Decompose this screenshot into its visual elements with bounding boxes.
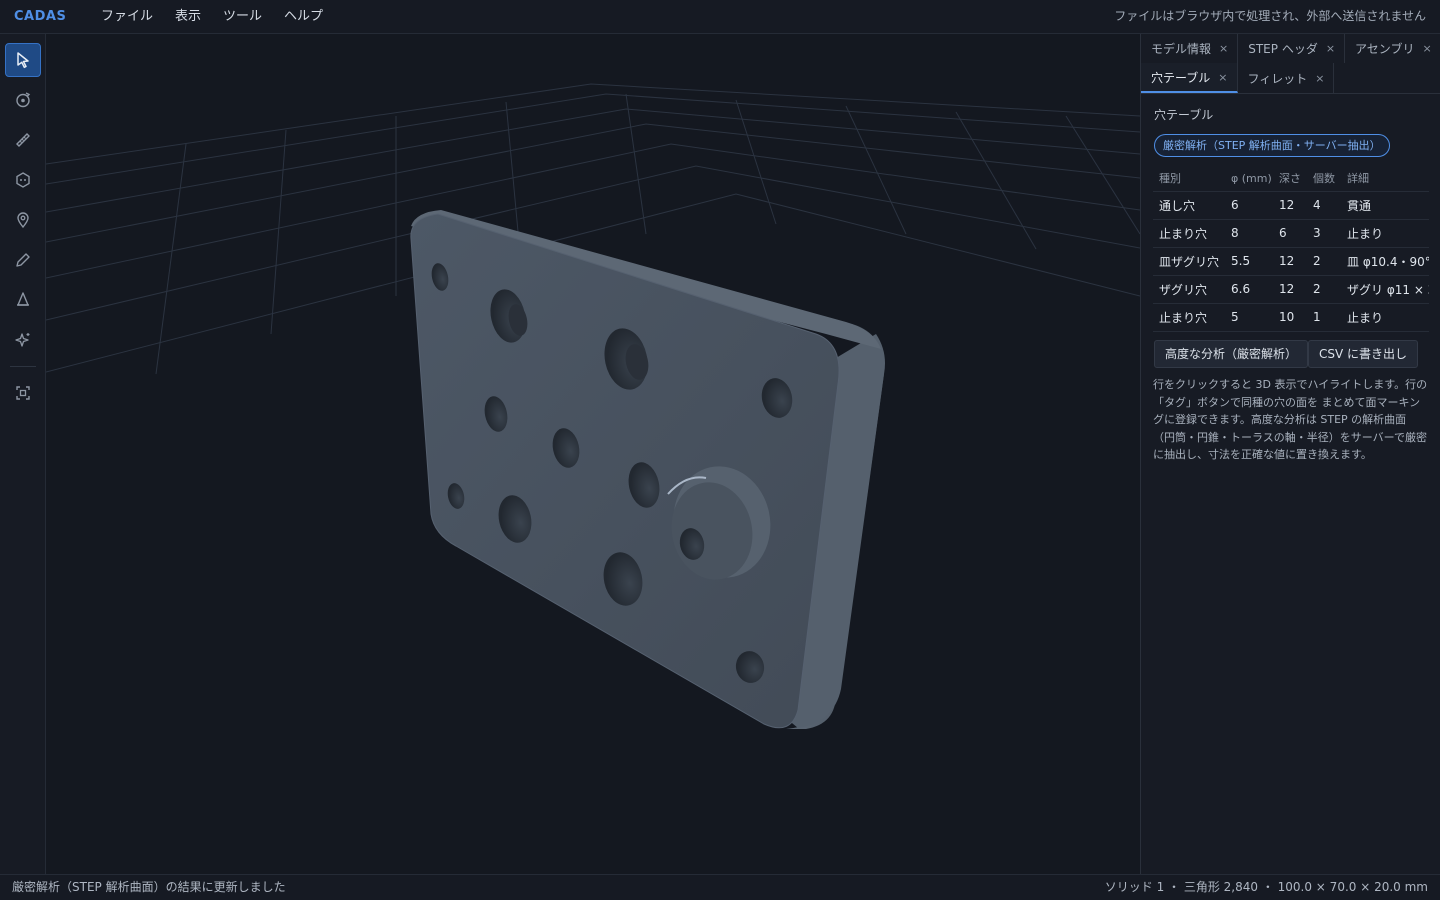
table-cell: 6 (1225, 190, 1273, 219)
close-icon[interactable]: × (1422, 42, 1431, 55)
ai-tool-button[interactable] (5, 323, 41, 357)
tab-label: アセンブリ (1355, 42, 1415, 56)
pin-tool-button[interactable] (5, 203, 41, 237)
pin-icon (17, 212, 29, 229)
tab-row-2: 穴テーブル × フィレット × (1141, 63, 1440, 94)
sparkle-icon (15, 333, 30, 347)
column-header: 深さ (1279, 172, 1301, 186)
table-cell: 通し穴 (1153, 190, 1225, 219)
tab-row-1: モデル情報 × STEP ヘッダ × アセンブリ × (1141, 34, 1440, 63)
table-cell: 3 (1307, 218, 1341, 247)
tab-label: STEP ヘッダ (1248, 42, 1318, 56)
close-icon[interactable]: × (1315, 72, 1324, 85)
status-bar: 厳密解析（STEP 解析曲面）の結果に更新しました ソリッド 1 ・ 三角形 2… (0, 874, 1440, 900)
menu-help[interactable]: ヘルプ (273, 0, 334, 34)
tab-fillet[interactable]: フィレット × (1238, 63, 1335, 93)
section-icon (16, 172, 30, 188)
rotate-icon (16, 92, 31, 108)
table-row[interactable]: 通し穴 6 12 4 貫通 (1153, 190, 1429, 219)
markup-icon (16, 253, 30, 267)
menu-file[interactable]: ファイル (90, 0, 164, 34)
table-cell: 皿 φ10.4・90° (1341, 246, 1429, 275)
menu-tools[interactable]: ツール (212, 0, 273, 34)
close-icon[interactable]: × (1326, 42, 1335, 55)
table-cell: ザグリ φ11 × 3 (1341, 274, 1429, 303)
menubar: CADAS ファイル 表示 ツール ヘルプ ファイルはブラウザ内で処理され、外部… (0, 0, 1440, 34)
cone-icon (17, 292, 29, 306)
measure-tool-button[interactable] (5, 123, 41, 157)
close-icon[interactable]: × (1218, 71, 1227, 84)
close-icon[interactable]: × (1219, 42, 1228, 55)
table-cell: 5.5 (1225, 246, 1273, 275)
column-header: 種別 (1159, 172, 1181, 186)
table-header-row: 種別 φ (mm) 深さ 個数 詳細 (1153, 166, 1429, 191)
export-csv-button[interactable]: CSV に書き出し (1308, 340, 1419, 368)
status-message: 厳密解析（STEP 解析曲面）の結果に更新しました (12, 880, 286, 894)
table-cell: 10 (1273, 302, 1307, 332)
table-cell: 12 (1273, 246, 1307, 275)
tab-hole-table[interactable]: 穴テーブル × (1141, 63, 1238, 93)
rotate-tool-button[interactable] (5, 83, 41, 117)
table-cell: 皿ザグリ穴 (1153, 246, 1225, 275)
table-cell: 12 (1273, 190, 1307, 219)
table-row[interactable]: 止まり穴 8 6 3 止まり (1153, 218, 1429, 247)
table-cell: 2 (1307, 274, 1341, 303)
markup-tool-button[interactable] (5, 243, 41, 277)
table-row[interactable]: 止まり穴 5 10 1 止まり (1153, 302, 1429, 332)
table-cell: 止まり穴 (1153, 218, 1225, 247)
table-row[interactable]: ザグリ穴 6.6 12 2 ザグリ φ11 × 3 (1153, 274, 1429, 303)
measure-icon (16, 133, 30, 147)
table-cell: 8 (1225, 218, 1273, 247)
advanced-analysis-button[interactable]: 高度な分析（厳密解析） (1154, 340, 1309, 368)
column-header: φ (mm) (1231, 171, 1272, 185)
table-cell: 12 (1273, 274, 1307, 303)
table-cell: 1 (1307, 302, 1341, 332)
analysis-mode-badge: 厳密解析（STEP 解析曲面・サーバー抽出） (1154, 134, 1390, 157)
table-cell: 6.6 (1225, 274, 1273, 303)
table-cell: ザグリ穴 (1153, 274, 1225, 303)
table-cell: 止まり穴 (1153, 302, 1225, 332)
table-cell: 4 (1307, 190, 1341, 219)
panel-title: 穴テーブル (1154, 108, 1214, 122)
tab-label: モデル情報 (1151, 42, 1212, 56)
tab-label: フィレット (1247, 71, 1308, 86)
help-text: 行をクリックすると 3D 表示でハイライトします。行の「タグ」ボタンで同種の穴の… (1153, 378, 1428, 461)
toolbar-divider (10, 366, 36, 367)
right-panel: モデル情報 × STEP ヘッダ × アセンブリ × 穴テーブル × フィレット… (1140, 34, 1440, 874)
table-cell: 2 (1307, 246, 1341, 275)
select-icon (17, 52, 29, 69)
model-scene (46, 83, 1140, 729)
fit-view-icon (16, 386, 30, 400)
plate-model (410, 210, 885, 729)
menu-view[interactable]: 表示 (164, 0, 212, 34)
table-cell: 6 (1273, 218, 1307, 247)
select-tool-button[interactable] (5, 43, 41, 77)
table-cell: 止まり (1341, 302, 1429, 332)
column-header: 個数 (1313, 172, 1335, 186)
hole-table: 種別 φ (mm) 深さ 個数 詳細 通し穴 6 12 4 貫通 止まり穴 8 … (1153, 166, 1429, 332)
table-row[interactable]: 皿ザグリ穴 5.5 12 2 皿 φ10.4・90° (1153, 246, 1429, 275)
tab-model-info[interactable]: モデル情報 × (1141, 34, 1239, 63)
tab-assembly[interactable]: アセンブリ × (1345, 34, 1440, 63)
table-cell: 5 (1225, 302, 1273, 332)
cone-tool-button[interactable] (5, 283, 41, 317)
table-cell: 貫通 (1341, 190, 1429, 219)
fit-view-button[interactable] (5, 376, 41, 410)
privacy-notice: ファイルはブラウザ内で処理され、外部へ送信されません (1114, 9, 1426, 23)
tab-label: 穴テーブル (1151, 70, 1211, 85)
column-header: 詳細 (1347, 172, 1369, 186)
3d-viewport[interactable] (46, 34, 1140, 874)
tab-step-header[interactable]: STEP ヘッダ × (1238, 34, 1346, 63)
app-logo: CADAS (14, 9, 67, 24)
left-toolbar (0, 34, 46, 874)
section-tool-button[interactable] (5, 163, 41, 197)
table-cell: 止まり (1341, 218, 1429, 247)
model-stats: ソリッド 1 ・ 三角形 2,840 ・ 100.0 × 70.0 × 20.0… (1104, 880, 1428, 894)
